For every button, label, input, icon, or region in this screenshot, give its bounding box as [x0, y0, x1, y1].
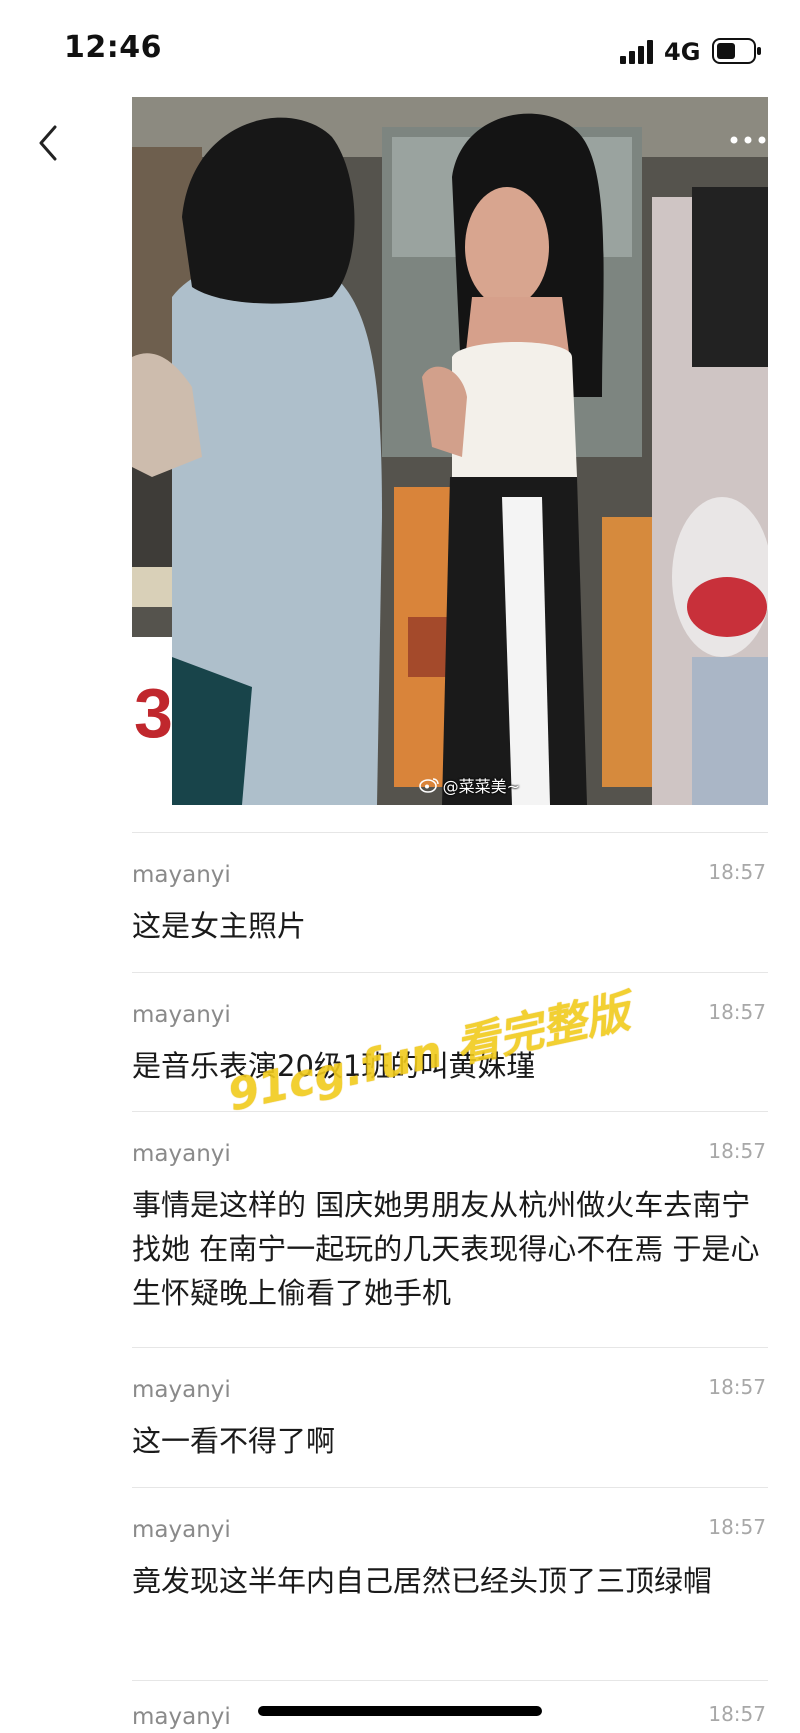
photo-credit: @菜菜美~: [418, 773, 520, 797]
weibo-icon: [418, 778, 439, 793]
message-divider: [132, 1487, 768, 1488]
message-author[interactable]: mayanyi: [132, 1002, 231, 1028]
status-bar: 12:46 4G: [0, 0, 800, 96]
signal-bars-icon: [620, 40, 653, 64]
message-author[interactable]: mayanyi: [132, 1704, 231, 1730]
message-divider: [132, 972, 768, 973]
svg-text:3: 3: [134, 674, 173, 752]
list-item[interactable]: mayanyi 18:57 这一看不得了啊: [132, 1375, 768, 1477]
battery-icon: [712, 38, 761, 64]
message-time: 18:57: [708, 1139, 766, 1163]
message-divider: [132, 1347, 768, 1348]
message-text: 这是女主照片: [132, 909, 307, 943]
message-author[interactable]: mayanyi: [132, 1517, 231, 1543]
list-item[interactable]: mayanyi 18:57 这是女主照片: [132, 860, 768, 962]
message-text: 竟发现这半年内自己居然已经头顶了三顶绿帽: [132, 1564, 713, 1598]
home-indicator[interactable]: [258, 1706, 542, 1716]
list-item[interactable]: mayanyi 18:57 竟发现这半年内自己居然已经头顶了三顶绿帽: [132, 1515, 768, 1667]
photo-illustration: 3: [132, 97, 768, 805]
chevron-left-icon: [39, 125, 57, 161]
back-button[interactable]: [28, 118, 68, 168]
photo-credit-text: @菜菜美~: [442, 777, 520, 796]
message-text: 这一看不得了啊: [132, 1424, 336, 1458]
more-button[interactable]: [726, 128, 770, 152]
network-label: 4G: [664, 38, 701, 66]
message-author[interactable]: mayanyi: [132, 862, 231, 888]
message-divider: [132, 1111, 768, 1112]
message-text: 事情是这样的 国庆她男朋友从杭州做火车去南宁找她 在南宁一起玩的几天表现得心不在…: [132, 1188, 760, 1310]
post-photo[interactable]: 3 @菜菜美~: [132, 97, 768, 805]
message-time: 18:57: [708, 860, 766, 884]
message-time: 18:57: [708, 1375, 766, 1399]
message-divider: [132, 832, 768, 833]
message-author[interactable]: mayanyi: [132, 1377, 231, 1403]
message-author[interactable]: mayanyi: [132, 1141, 231, 1167]
message-time: 18:57: [708, 1000, 766, 1024]
status-time: 12:46: [64, 30, 162, 65]
message-time: 18:57: [708, 1515, 766, 1539]
message-time: 18:57: [708, 1702, 766, 1726]
more-dots-icon: [730, 136, 766, 144]
message-divider: [132, 1680, 768, 1681]
list-item[interactable]: mayanyi 18:57 事情是这样的 国庆她男朋友从杭州做火车去南宁找她 在…: [132, 1139, 768, 1331]
